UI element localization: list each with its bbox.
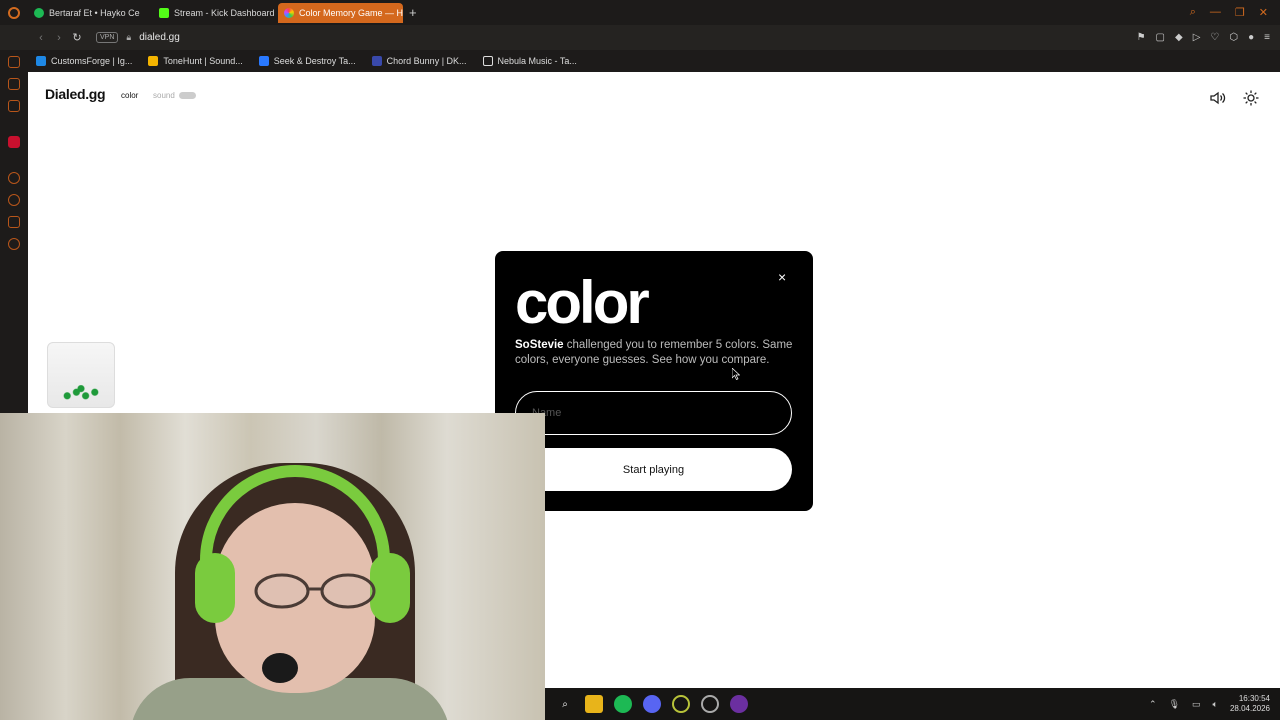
clover-decoration — [58, 385, 104, 403]
close-modal-button[interactable]: × — [778, 269, 786, 285]
spotify-taskbar-icon[interactable] — [614, 695, 632, 713]
bookmark-chord-bunny[interactable]: Chord Bunny | DK... — [371, 56, 467, 66]
bookmarks-bar: CustomsForge | Ig... ToneHunt | Sound...… — [28, 50, 1280, 72]
clock-time: 16:30:54 — [1238, 694, 1270, 703]
player-sidebar-icon[interactable] — [8, 172, 20, 184]
shield-icon[interactable]: ◆ — [1175, 32, 1183, 43]
modal-message: SoStevie challenged you to remember 5 co… — [515, 338, 795, 367]
nav-color-link[interactable]: color — [121, 91, 138, 100]
address-bar: ‹ › ↻ VPN 🔒︎ dialed.gg ⚑ ▢ ◆ ▷ ♡ ⬡ ● ≡ — [0, 25, 1280, 50]
nav-sound-link[interactable]: sound — [153, 91, 175, 100]
heart-icon[interactable]: ♡ — [1210, 32, 1219, 43]
new-badge — [179, 92, 196, 99]
extensions-icon[interactable]: ⬡ — [1229, 32, 1238, 43]
tab-color-memory-game[interactable]: Color Memory Game — He — [278, 2, 403, 23]
search-taskbar-icon[interactable]: ⌕ — [556, 695, 574, 713]
clock-date: 28.04.2026 — [1229, 704, 1270, 713]
vpn-badge[interactable]: VPN — [96, 32, 119, 43]
challenger-name: SoStevie — [515, 339, 564, 351]
discord-icon[interactable] — [643, 695, 661, 713]
app-shortcut-icon[interactable] — [8, 136, 20, 148]
window-controls: ⌕ — ❐ ✕ — [1190, 6, 1280, 19]
speaker-icon[interactable]: 🔈︎ — [1213, 699, 1218, 710]
bookmark-tonehunt[interactable]: ToneHunt | Sound... — [148, 56, 243, 66]
menu-icon[interactable]: ≡ — [1264, 32, 1270, 43]
spotify-icon — [34, 7, 44, 18]
file-explorer-icon[interactable] — [585, 695, 603, 713]
modal-title: color — [515, 269, 650, 336]
address-bar-actions: ⚑ ▢ ◆ ▷ ♡ ⬡ ● ≡ — [1137, 32, 1280, 43]
kick-icon — [159, 7, 169, 18]
browser-tabbar: Bertaraf Et • Hayko Ce Stream - Kick Das… — [0, 0, 1280, 25]
bookmark-nebula-music[interactable]: Nebula Music - Ta... — [482, 56, 577, 66]
os-taskbar: ⌕ ⌃ 🎙︎ ▭ 🔈︎ 16:30:54 28.04.2026 — [545, 688, 1280, 720]
opera-taskbar-icon[interactable] — [672, 695, 690, 713]
player-icon[interactable]: ▷ — [1193, 32, 1201, 43]
maximize-icon[interactable]: ❐ — [1235, 6, 1245, 19]
lock-icon[interactable]: 🔒︎ — [126, 32, 131, 43]
opera-logo-icon[interactable] — [0, 0, 28, 25]
clock[interactable]: 16:30:54 28.04.2026 — [1230, 694, 1270, 714]
microphone — [262, 653, 298, 683]
url-field[interactable]: dialed.gg — [139, 32, 180, 43]
snapshot-icon[interactable]: ▢ — [1156, 32, 1165, 43]
bookmark-customsforge[interactable]: CustomsForge | Ig... — [36, 56, 132, 66]
name-input[interactable] — [515, 391, 792, 435]
mouse-cursor-icon — [732, 368, 740, 380]
settings-icon[interactable] — [8, 238, 20, 250]
overlay-glass-widget — [47, 342, 115, 408]
start-playing-button[interactable]: Start playing — [515, 448, 792, 491]
instagram-icon[interactable] — [8, 78, 20, 90]
network-icon[interactable]: ▭ — [1192, 699, 1201, 710]
history-icon[interactable] — [8, 194, 20, 206]
profile-icon[interactable]: ● — [1248, 32, 1254, 43]
system-tray: ⌃ 🎙︎ ▭ 🔈︎ 16:30:54 28.04.2026 — [1149, 694, 1280, 714]
forward-icon[interactable]: › — [50, 32, 68, 44]
search-icon[interactable]: ⌕ — [1190, 6, 1196, 19]
theme-toggle-icon[interactable] — [1243, 90, 1259, 106]
webcam-overlay — [0, 413, 545, 720]
tonehunt-icon — [148, 56, 159, 66]
back-icon[interactable]: ‹ — [32, 32, 50, 44]
headset-earcup-left — [195, 553, 235, 623]
reload-icon[interactable]: ↻ — [68, 31, 86, 44]
app-taskbar-icon[interactable] — [730, 695, 748, 713]
extensions-sidebar-icon[interactable] — [8, 216, 20, 228]
minimize-icon[interactable]: — — [1210, 6, 1221, 19]
tab-bertaraf[interactable]: Bertaraf Et • Hayko Ce — [28, 3, 153, 23]
chord-bunny-icon — [371, 56, 382, 66]
chevron-up-icon[interactable]: ⌃ — [1149, 699, 1157, 710]
microphone-tray-icon[interactable]: 🎙︎ — [1169, 699, 1180, 710]
customsforge-icon — [36, 56, 46, 66]
bookmark-icon[interactable]: ⚑ — [1137, 32, 1146, 43]
color-wheel-icon — [284, 7, 294, 18]
seek-destroy-icon — [258, 56, 269, 66]
obs-icon[interactable] — [701, 695, 719, 713]
new-tab-button[interactable]: + — [403, 5, 423, 20]
site-logo[interactable]: Dialed.gg — [45, 86, 106, 102]
page-icon — [482, 56, 493, 66]
glasses — [254, 573, 376, 609]
messenger-icon[interactable] — [8, 56, 20, 68]
mail-icon[interactable] — [8, 100, 20, 112]
bookmark-seek-destroy[interactable]: Seek & Destroy Ta... — [258, 56, 356, 66]
close-window-icon[interactable]: ✕ — [1259, 6, 1268, 19]
volume-icon[interactable] — [1210, 91, 1226, 105]
tab-kick-dashboard[interactable]: Stream - Kick Dashboard — [153, 3, 278, 23]
